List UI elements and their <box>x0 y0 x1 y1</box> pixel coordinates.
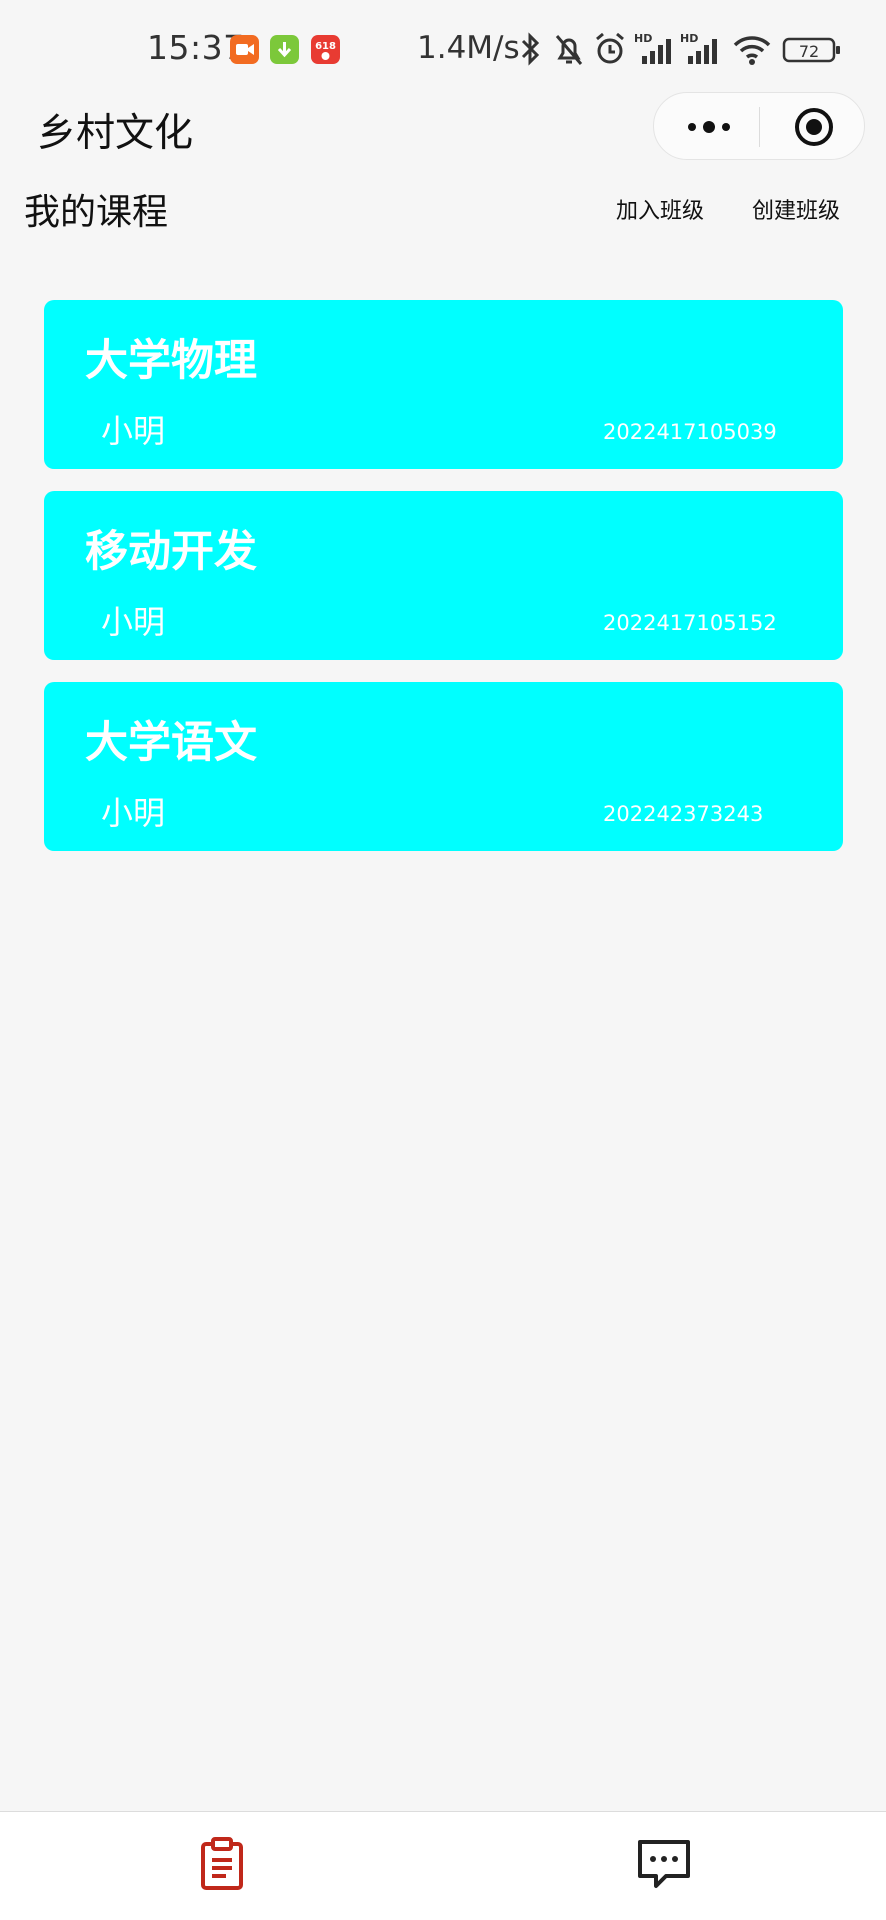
bluetooth-icon <box>521 32 540 66</box>
create-class-button[interactable]: 创建班级 <box>752 193 840 225</box>
svg-text:618: 618 <box>315 41 336 52</box>
network-speed: 1.4M/s <box>417 30 520 66</box>
clipboard-icon[interactable] <box>194 1836 250 1892</box>
618-app-icon: 618 <box>311 35 340 64</box>
page-title: 乡村文化 <box>37 111 194 156</box>
course-code: 202242373243 <box>603 802 764 826</box>
course-card[interactable]: 大学语文 小明 202242373243 <box>44 682 843 851</box>
course-teacher: 小明 <box>101 603 166 641</box>
course-code: 2022417105152 <box>603 611 777 635</box>
page: 15:37 618 1.4M/s HD HD 72 乡村文化 我的课程 加入班级… <box>0 0 886 1920</box>
course-card[interactable]: 移动开发 小明 2022417105152 <box>44 491 843 660</box>
course-card[interactable]: 大学物理 小明 2022417105039 <box>44 300 843 469</box>
capsule-menu <box>653 92 865 160</box>
tab-bar <box>0 1811 886 1920</box>
video-app-icon <box>230 35 259 64</box>
course-name: 移动开发 <box>85 527 257 577</box>
download-app-icon <box>270 35 299 64</box>
svg-text:HD: HD <box>634 32 652 45</box>
course-teacher: 小明 <box>101 794 166 832</box>
target-circle-icon[interactable] <box>794 107 834 147</box>
course-code: 2022417105039 <box>603 420 777 444</box>
battery-icon: 72 <box>782 37 840 63</box>
course-name: 大学物理 <box>85 336 257 386</box>
course-list: 大学物理 小明 2022417105039 移动开发 小明 2022417105… <box>44 300 843 873</box>
course-teacher: 小明 <box>101 412 166 450</box>
join-class-button[interactable]: 加入班级 <box>616 193 704 225</box>
mute-icon <box>555 35 583 65</box>
chat-bubble-icon[interactable] <box>636 1836 692 1892</box>
signal-hd-icon: HD <box>634 32 671 64</box>
section-title: 我的课程 <box>24 192 169 233</box>
alarm-icon <box>596 32 624 64</box>
status-bar: 15:37 618 1.4M/s HD HD 72 <box>0 0 886 96</box>
signal-hd-icon: HD <box>680 32 717 64</box>
battery-level: 72 <box>799 42 819 61</box>
wifi-icon <box>733 36 771 65</box>
svg-text:HD: HD <box>680 32 698 45</box>
course-name: 大学语文 <box>85 718 257 768</box>
more-dots-icon[interactable] <box>684 113 734 141</box>
capsule-divider <box>759 107 760 147</box>
